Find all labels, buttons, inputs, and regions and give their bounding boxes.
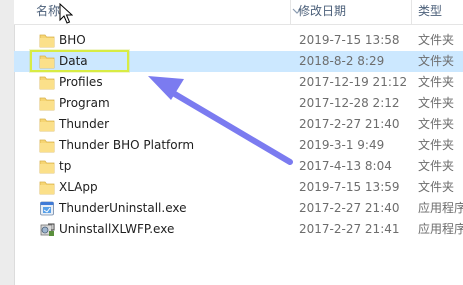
file-type: 文件夹	[418, 75, 455, 89]
file-name: Thunder	[59, 117, 110, 131]
file-type: 文件夹	[418, 180, 455, 194]
list-item[interactable]: Program 2017-12-28 2:12 文件夹	[14, 93, 463, 114]
file-type: 文件夹	[418, 138, 455, 152]
list-item[interactable]: Thunder BHO Platform 2019-3-1 9:49 文件夹	[14, 135, 463, 156]
file-type: 文件夹	[418, 159, 455, 173]
folder-icon	[39, 139, 55, 153]
file-name: Thunder BHO Platform	[59, 138, 195, 152]
list-item[interactable]: UninstallXLWFP.exe 2017-2-27 21:41 应用程序	[14, 219, 463, 240]
column-divider[interactable]	[290, 0, 291, 24]
file-date: 2019-7-15 13:58	[299, 33, 400, 47]
highlight-box	[30, 50, 129, 72]
list-item[interactable]: Thunder 2017-2-27 21:40 文件夹	[14, 114, 463, 135]
file-date: 2017-2-27 21:40	[299, 201, 400, 215]
file-date: 2019-7-15 13:59	[299, 180, 400, 194]
file-type: 应用程序	[418, 201, 463, 215]
file-date: 2019-3-1 9:49	[299, 138, 385, 152]
file-name: UninstallXLWFP.exe	[59, 222, 175, 236]
list-item[interactable]: ThunderUninstall.exe 2017-2-27 21:40 应用程…	[14, 198, 463, 219]
file-name: ThunderUninstall.exe	[59, 201, 187, 215]
folder-icon	[39, 118, 55, 132]
list-item[interactable]: Profiles 2017-12-19 21:12 文件夹	[14, 72, 463, 93]
column-header: 名称 修改日期 类型	[14, 0, 463, 25]
file-date: 2017-2-27 21:41	[299, 222, 400, 236]
file-date: 2017-4-13 8:04	[299, 159, 392, 173]
file-name: BHO	[59, 33, 86, 47]
uninstaller-app-icon	[40, 201, 54, 216]
file-name: tp	[59, 159, 72, 173]
column-header-name[interactable]: 名称	[36, 0, 60, 24]
column-divider[interactable]	[411, 0, 412, 24]
file-name: Program	[59, 96, 110, 110]
file-date: 2018-8-2 8:29	[299, 54, 385, 68]
file-type: 文件夹	[418, 117, 455, 131]
folder-icon	[39, 181, 55, 195]
list-item[interactable]: tp 2017-4-13 8:04 文件夹	[14, 156, 463, 177]
column-header-date[interactable]: 修改日期	[298, 0, 346, 24]
list-item[interactable]: XLApp 2019-7-15 13:59 文件夹	[14, 177, 463, 198]
folder-icon	[39, 97, 55, 111]
file-name: XLApp	[59, 180, 98, 194]
mouse-pointer-icon	[59, 3, 73, 24]
file-date: 2017-12-19 21:12	[299, 75, 408, 89]
file-date: 2017-2-27 21:40	[299, 117, 400, 131]
folder-icon	[39, 160, 55, 174]
column-header-type[interactable]: 类型	[418, 0, 442, 24]
navigation-pane-edge	[0, 0, 15, 285]
file-type: 文件夹	[418, 96, 455, 110]
file-name: Profiles	[59, 75, 103, 89]
file-type: 文件夹	[418, 33, 455, 47]
folder-icon	[39, 34, 55, 48]
file-type: 应用程序	[418, 222, 463, 236]
file-date: 2017-12-28 2:12	[299, 96, 400, 110]
folder-icon	[39, 76, 55, 90]
installer-app-icon	[40, 223, 55, 236]
list-item[interactable]: BHO 2019-7-15 13:58 文件夹	[14, 30, 463, 51]
file-type: 文件夹	[418, 54, 455, 68]
